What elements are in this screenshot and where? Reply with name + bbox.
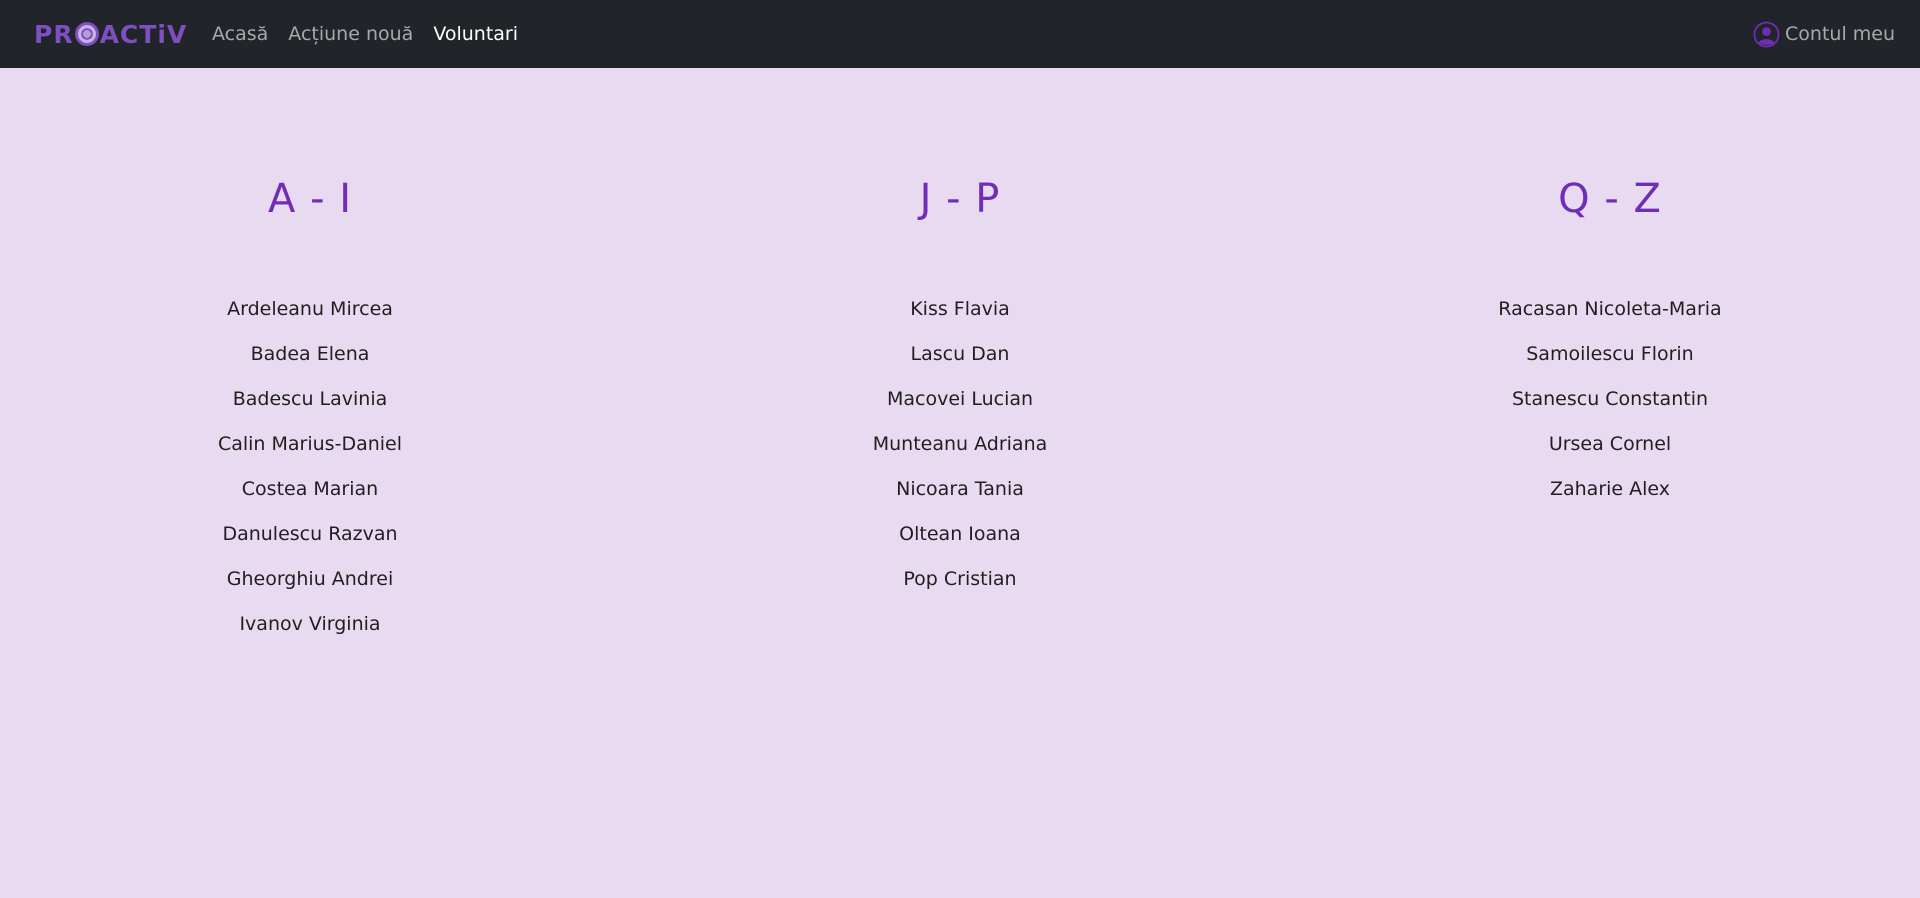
- account-menu[interactable]: Contul meu: [1753, 0, 1895, 68]
- brand-logo-text-start: PR: [34, 19, 74, 49]
- nav-link-volunteers[interactable]: Voluntari: [433, 23, 518, 45]
- nav-link-new-action[interactable]: Acțiune nouă: [288, 23, 413, 45]
- volunteer-name[interactable]: Zaharie Alex: [1290, 459, 1920, 519]
- brand-logo[interactable]: PR ACTiV: [34, 19, 187, 49]
- brand-logo-o-icon: [74, 22, 99, 46]
- nav-link-home[interactable]: Acasă: [212, 23, 268, 45]
- nav-links: Acasă Acțiune nouă Voluntari: [212, 0, 538, 68]
- account-label: Contul meu: [1785, 23, 1895, 45]
- volunteer-list: Kiss Flavia Lascu Dan Macovei Lucian Mun…: [640, 294, 1280, 609]
- brand-logo-text-end: ACTiV: [99, 19, 188, 49]
- volunteers-columns: A - I Ardeleanu Mircea Badea Elena Bades…: [0, 68, 1920, 898]
- user-avatar-icon: [1753, 21, 1780, 47]
- column-title: J - P: [919, 176, 1001, 222]
- column-title: A - I: [267, 176, 353, 222]
- volunteer-list: Racasan Nicoleta-Maria Samoilescu Florin…: [1290, 294, 1920, 519]
- top-navbar: PR ACTiV Acasă Acțiune nouă Voluntari Con…: [0, 0, 1920, 68]
- volunteer-name[interactable]: Ivanov Virginia: [0, 594, 630, 654]
- column-title: Q - Z: [1558, 176, 1662, 222]
- volunteer-list: Ardeleanu Mircea Badea Elena Badescu Lav…: [0, 294, 630, 654]
- volunteer-name[interactable]: Pop Cristian: [640, 549, 1280, 609]
